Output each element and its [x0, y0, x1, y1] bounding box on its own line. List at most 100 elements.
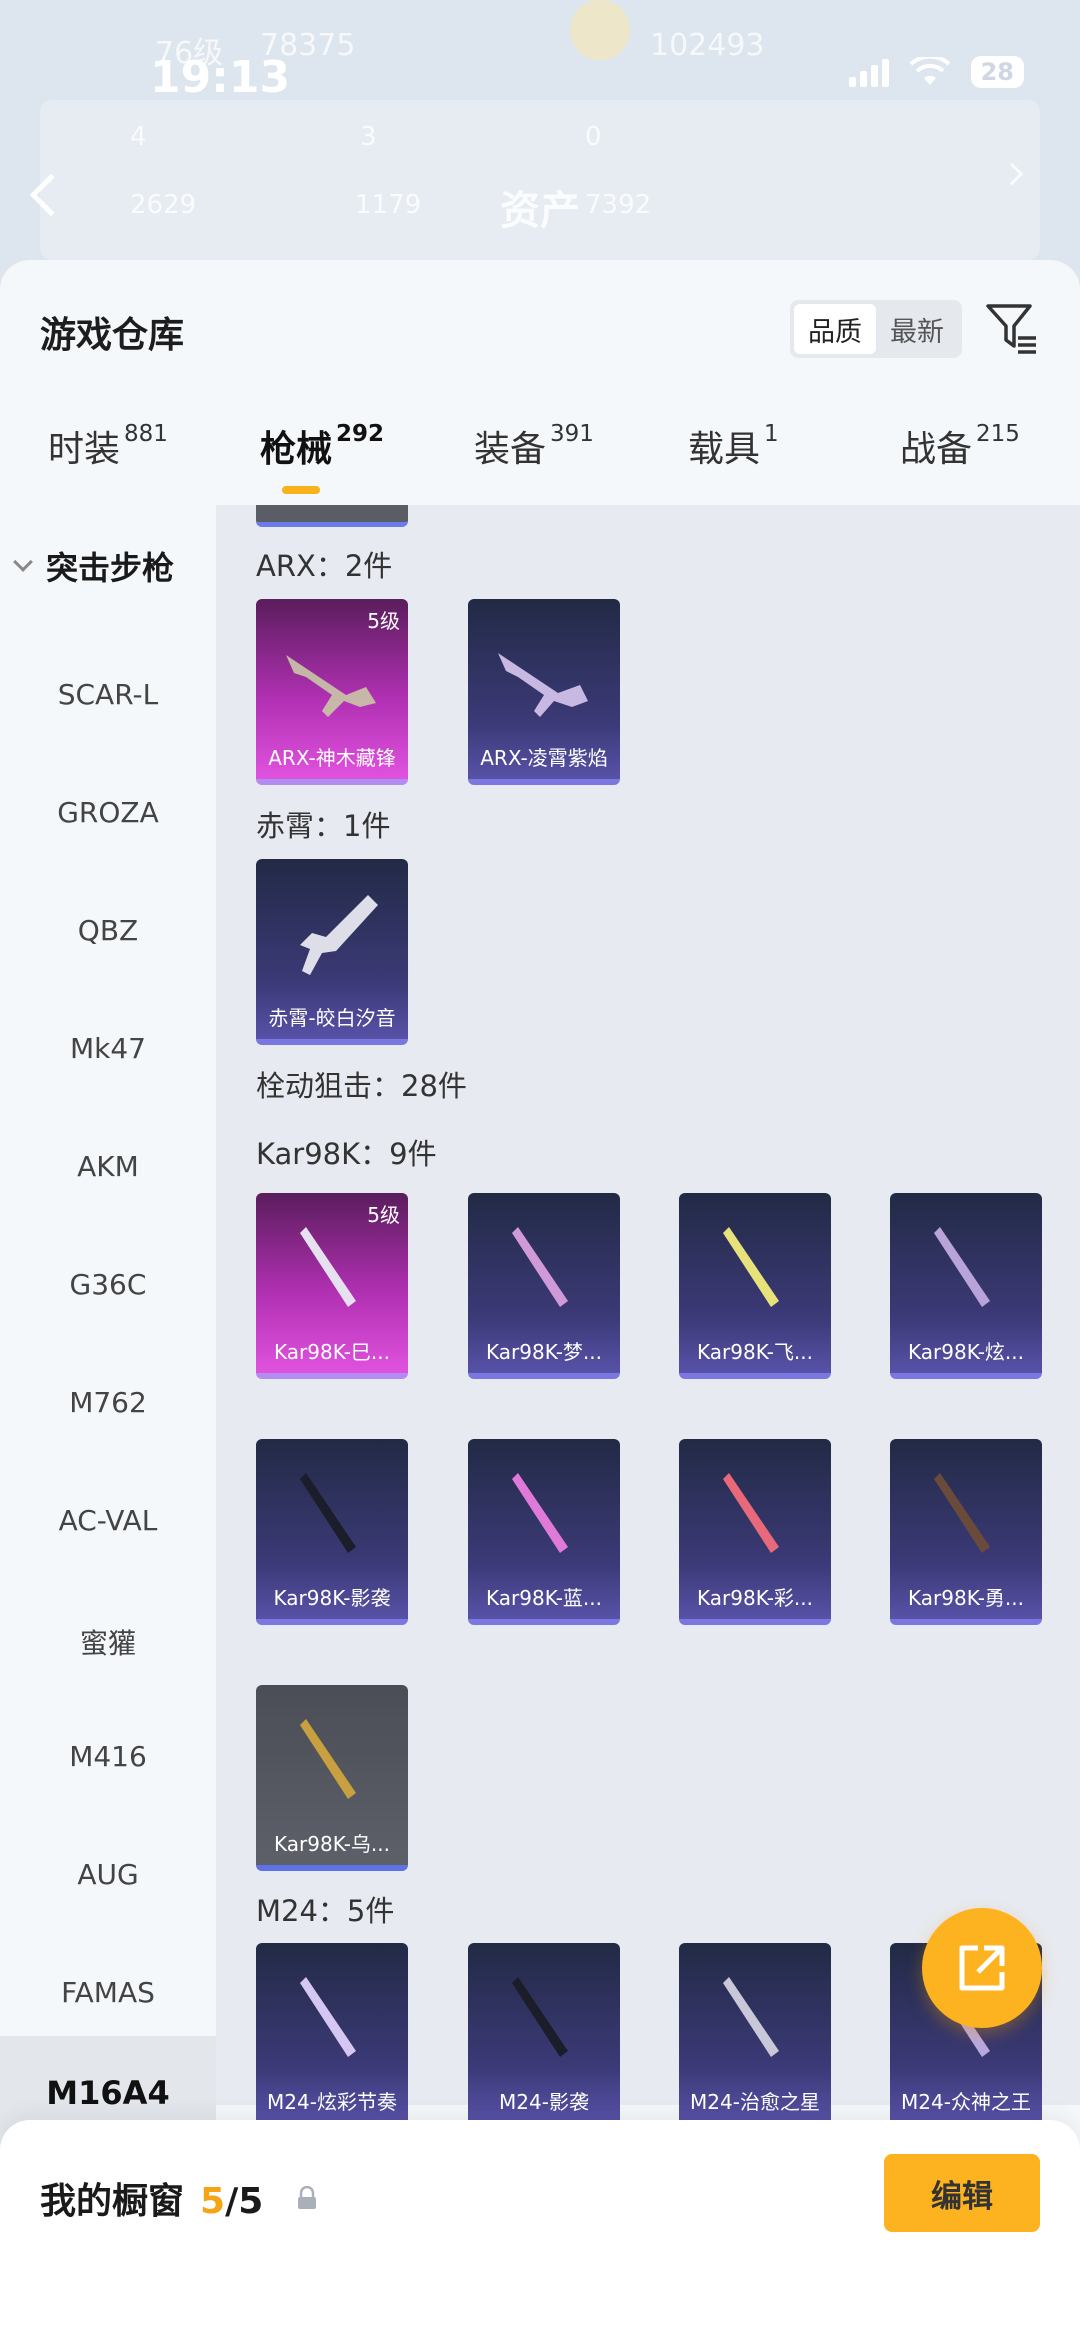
background-header: 76级 78375 102493 19:13 28 4 3 0 2629 117… [0, 0, 1080, 270]
skin-name: Kar98K-飞... [697, 1340, 813, 1364]
skin-name: M24-炫彩节奏 [267, 2090, 397, 2114]
sniper-rifle-icon [300, 1473, 356, 1553]
bg-stat-2: 3 [360, 122, 377, 152]
sidebar-item-akm[interactable]: AKM [0, 1150, 216, 1183]
sidebar-item-aug[interactable]: AUG [0, 1858, 216, 1891]
lock-icon [298, 2186, 316, 2209]
partial-card-top [256, 505, 408, 527]
sniper-rifle-icon [934, 1227, 990, 1307]
tab-vehicles[interactable]: 载具 1 [688, 420, 779, 472]
rifle-icon [286, 655, 376, 717]
bg-stat-4: 2629 [130, 190, 197, 220]
tab-guns[interactable]: 枪械 292 [260, 420, 384, 472]
skin-name: Kar98K-炫... [908, 1340, 1024, 1364]
sniper-rifle-icon [723, 1473, 779, 1553]
bg-stat-1: 4 [130, 122, 147, 152]
share-button[interactable] [922, 1908, 1042, 2028]
sniper-rifle-icon [300, 1227, 356, 1307]
skin-card[interactable]: M24-治愈之星 [679, 1943, 831, 2129]
bg-asset-label: 资产 [500, 188, 580, 234]
share-icon [959, 1945, 1005, 1991]
skin-name: Kar98K-乌... [274, 1832, 390, 1856]
tab-equipment[interactable]: 装备 391 [474, 420, 594, 472]
filter-icon[interactable] [984, 300, 1040, 356]
warehouse-sheet: 游戏仓库 品质 最新 时装 881 枪械 292 装备 391 载具 1 战备 215 突… [0, 260, 1080, 2347]
skin-name: Kar98K-勇... [908, 1586, 1024, 1610]
sniper-rifle-icon [512, 1473, 568, 1553]
sidebar-item-qbz[interactable]: QBZ [0, 914, 216, 947]
bg-stat-5: 1179 [355, 190, 422, 220]
battery-icon: 28 [970, 56, 1024, 88]
page-title: 游戏仓库 [40, 315, 185, 356]
sniper-rifle-icon [512, 1977, 568, 2057]
sidebar-item-g36c[interactable]: G36C [0, 1268, 216, 1301]
sheet-header: 游戏仓库 品质 最新 时装 881 枪械 292 装备 391 载具 1 战备 215 [0, 260, 1080, 505]
skin-name: ARX-神木藏锋 [268, 746, 396, 770]
sidebar-item-honey-badger[interactable]: 蜜獾 [0, 1622, 216, 1662]
showcase-count: 5 [200, 2181, 226, 2222]
skin-card[interactable]: Kar98K-梦... [468, 1193, 620, 1379]
sort-quality-button[interactable]: 品质 [794, 304, 876, 354]
skin-name: M24-治愈之星 [690, 2090, 820, 2114]
sidebar-item-m16a4[interactable]: M16A4 [0, 2074, 216, 2112]
sidebar-category-label: 突击步枪 [46, 549, 175, 587]
active-tab-indicator [282, 486, 320, 494]
sidebar-item-scar-l[interactable]: SCAR-L [0, 678, 216, 711]
showcase-bar: 我的橱窗 5 /5 编辑 [0, 2120, 1080, 2347]
showcase-label: 我的橱窗 [40, 2181, 185, 2222]
background-points-2: 102493 [650, 28, 765, 63]
sniper-rifle-icon [512, 1227, 568, 1307]
sidebar-item-groza[interactable]: GROZA [0, 796, 216, 829]
edit-button[interactable]: 编辑 [884, 2154, 1040, 2232]
section-label-arx: ARX：2件 [256, 549, 393, 583]
wifi-icon [909, 57, 950, 85]
skin-name: M24-影袭 [499, 2090, 589, 2114]
weapon-content: ARX：2件 5级 ARX-神木藏锋 ARX-凌霄紫焰 赤霄：1件 赤霄-皎白汐… [216, 505, 1080, 2105]
sidebar-category[interactable]: 突击步枪 [13, 543, 175, 589]
skin-name: M24-众神之王 [901, 2090, 1031, 2114]
sidebar-item-m416[interactable]: M416 [0, 1740, 216, 1773]
status-indicators: 28 [848, 56, 1024, 88]
skin-name: Kar98K-彩... [697, 1586, 813, 1610]
skin-card[interactable]: Kar98K-影袭 [256, 1439, 408, 1625]
skin-card[interactable]: ARX-凌霄紫焰 [468, 599, 620, 785]
sidebar-item-famas[interactable]: FAMAS [0, 1976, 216, 2009]
skin-card[interactable]: Kar98K-炫... [890, 1193, 1042, 1379]
skin-name: Kar98K-影袭 [273, 1586, 391, 1610]
sniper-rifle-icon [300, 1977, 356, 2057]
sort-toggle: 品质 最新 [790, 300, 962, 358]
tab-fashion[interactable]: 时装 881 [48, 420, 168, 472]
sidebar-item-m762[interactable]: M762 [0, 1386, 216, 1419]
skin-card[interactable]: M24-炫彩节奏 [256, 1943, 408, 2129]
status-time: 19:13 [150, 52, 291, 103]
skin-card[interactable]: 5级 ARX-神木藏锋 [256, 599, 408, 785]
sort-newest-button[interactable]: 最新 [876, 304, 958, 354]
skin-card[interactable]: 赤霄-皎白汐音 [256, 859, 408, 1045]
skin-card[interactable]: 5级 Kar98K-巳... [256, 1193, 408, 1379]
skin-card[interactable]: M24-影袭 [468, 1943, 620, 2129]
emblem-icon [570, 0, 630, 60]
sniper-rifle-icon [300, 1719, 356, 1799]
section-label-kar98k: Kar98K：9件 [256, 1137, 437, 1171]
skin-name: 赤霄-皎白汐音 [268, 1006, 396, 1030]
chevron-down-icon [13, 552, 33, 572]
sniper-rifle-icon [934, 1473, 990, 1553]
skin-name: ARX-凌霄紫焰 [480, 746, 608, 770]
section-label-bolt-action: 栓动狙击：28件 [256, 1069, 467, 1103]
sniper-rifle-icon [723, 1227, 779, 1307]
skin-card[interactable]: Kar98K-飞... [679, 1193, 831, 1379]
skin-card[interactable]: Kar98K-乌... [256, 1685, 408, 1871]
tab-supplies[interactable]: 战备 215 [900, 420, 1020, 472]
rifle-icon [498, 653, 588, 717]
showcase-title: 我的橱窗 5 /5 [40, 2172, 263, 2224]
skin-card[interactable]: Kar98K-蓝... [468, 1439, 620, 1625]
skin-card[interactable]: Kar98K-勇... [890, 1439, 1042, 1625]
showcase-total: /5 [225, 2181, 264, 2222]
skin-name: Kar98K-巳... [274, 1340, 390, 1364]
skin-card[interactable]: Kar98K-彩... [679, 1439, 831, 1625]
skin-name: Kar98K-蓝... [486, 1586, 602, 1610]
sidebar-item-ac-val[interactable]: AC-VAL [0, 1504, 216, 1537]
sidebar-item-mk47[interactable]: Mk47 [0, 1032, 216, 1065]
bg-stat-3: 0 [585, 122, 602, 152]
rifle-icon [300, 895, 378, 975]
